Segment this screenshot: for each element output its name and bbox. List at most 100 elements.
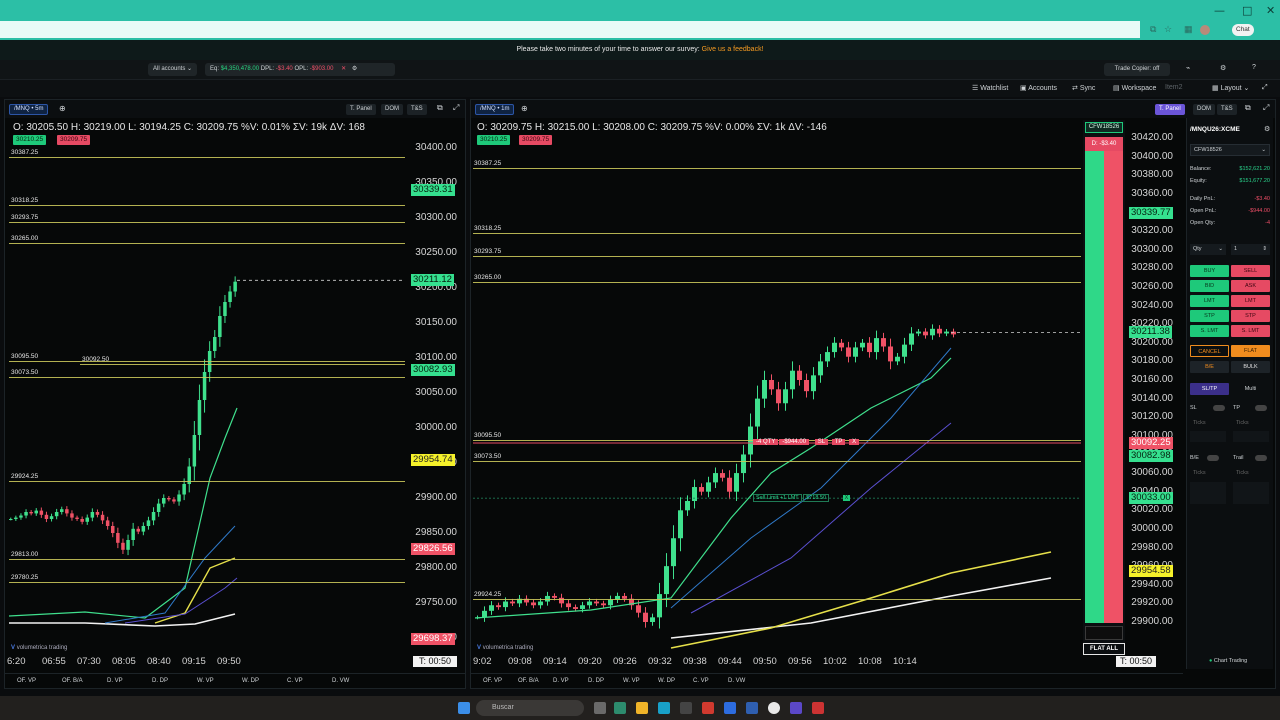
sync-button[interactable]: ⇄ Sync: [1072, 84, 1095, 92]
accounts-dropdown[interactable]: All accounts ⌄: [148, 63, 198, 76]
address-bar[interactable]: [0, 21, 1140, 38]
tp-account-select[interactable]: CFW18526 ⌄: [1190, 144, 1270, 156]
tp-buy-button-4[interactable]: S. LMT: [1190, 325, 1229, 337]
feedback-link[interactable]: Give us a feedback!: [702, 46, 764, 53]
position-tp-button[interactable]: TP: [831, 439, 846, 445]
right-footer-item[interactable]: OF. VP: [483, 678, 502, 684]
tp-multi-tab[interactable]: Multi: [1231, 383, 1270, 395]
tp-tp-ticks-input[interactable]: [1233, 431, 1269, 442]
tp-tp-toggle[interactable]: [1255, 405, 1267, 411]
left-footer-item[interactable]: OF. B/A: [62, 678, 83, 684]
tp-buy-button-1[interactable]: BID: [1190, 280, 1229, 292]
trade-copier-button[interactable]: Trade Copier: off: [1104, 63, 1170, 76]
settings-icon[interactable]: ⚙: [352, 66, 357, 72]
add-icon[interactable]: ⊕: [521, 104, 528, 113]
layout-button[interactable]: ▦ Layout ⌄: [1212, 84, 1249, 92]
watchlist-button[interactable]: ☰ Watchlist: [972, 84, 1008, 92]
expand-icon[interactable]: ⤢: [453, 103, 459, 113]
avatar[interactable]: [1200, 25, 1210, 35]
left-ts-button[interactable]: T&S: [407, 104, 427, 115]
right-symbol-selector[interactable]: /MNQ • 1m: [475, 104, 515, 115]
left-footer-item[interactable]: D. VW: [332, 678, 349, 684]
tp-sell-button-2[interactable]: LMT: [1231, 295, 1270, 307]
tp-sell-button-4[interactable]: S. LMT: [1231, 325, 1270, 337]
tp-cancel-button[interactable]: CANCEL: [1190, 345, 1229, 357]
tp-be-button[interactable]: B/E: [1190, 361, 1229, 373]
taskview-icon[interactable]: [594, 702, 606, 714]
right-ts-button[interactable]: T&S: [1217, 104, 1237, 115]
right-tpanel-button[interactable]: T. Panel: [1155, 104, 1185, 115]
copilot-icon[interactable]: [614, 702, 626, 714]
minimize-icon[interactable]: —: [1214, 4, 1225, 17]
help-app-icon[interactable]: [724, 702, 736, 714]
tp-buy-button-3[interactable]: STP: [1190, 310, 1229, 322]
tp-be-toggle[interactable]: [1207, 455, 1219, 461]
tp-flat-button[interactable]: FLAT: [1231, 345, 1270, 357]
left-footer-item[interactable]: W. VP: [197, 678, 214, 684]
right-footer-item[interactable]: W. DP: [658, 678, 675, 684]
tp-sl-ticks-input[interactable]: [1190, 431, 1226, 442]
workspace-button[interactable]: ▤ Workspace: [1113, 84, 1156, 92]
flat-all-button[interactable]: FLAT ALL: [1083, 643, 1125, 655]
left-dom-button[interactable]: DOM: [381, 104, 403, 115]
order-cancel-button[interactable]: X: [842, 495, 851, 501]
right-footer-item[interactable]: C. VP: [693, 678, 709, 684]
position-close-button[interactable]: X: [849, 439, 860, 445]
menu-icon[interactable]: ▦: [1184, 24, 1193, 35]
right-footer-item[interactable]: D. VP: [553, 678, 569, 684]
position-sl-button[interactable]: SL: [814, 439, 829, 445]
recorder-icon[interactable]: [812, 702, 824, 714]
tp-settings-icon[interactable]: ⚙: [1264, 125, 1270, 133]
tp-sell-button-1[interactable]: ASK: [1231, 280, 1270, 292]
extensions-icon[interactable]: ⧉: [1150, 24, 1156, 35]
tp-be-ticks-input[interactable]: [1190, 482, 1226, 504]
taskbar-search[interactable]: Buscar: [476, 700, 584, 716]
close-icon[interactable]: ✕: [1266, 4, 1275, 17]
edge-icon[interactable]: [658, 702, 670, 714]
chat-button[interactable]: Chat: [1232, 24, 1254, 36]
accounts-button[interactable]: ▣ Accounts: [1020, 84, 1057, 92]
star-icon[interactable]: ☆: [1164, 24, 1172, 35]
tp-sell-button-0[interactable]: SELL: [1231, 265, 1270, 277]
item2-button[interactable]: Item2: [1165, 84, 1183, 91]
tp-buy-button-0[interactable]: BUY: [1190, 265, 1229, 277]
app-icon[interactable]: [702, 702, 714, 714]
tp-bulk-button[interactable]: BULK: [1231, 361, 1270, 373]
left-price-chart[interactable]: [5, 118, 405, 658]
fullscreen-icon[interactable]: ⤢: [1262, 84, 1268, 92]
order-line-label[interactable]: Sell Limit +1 LMT $718.50 X: [753, 493, 851, 503]
popout-icon[interactable]: ⧉: [1245, 103, 1251, 113]
maximize-icon[interactable]: □: [1242, 4, 1252, 17]
left-footer-item[interactable]: OF. VP: [17, 678, 36, 684]
mail-icon[interactable]: [746, 702, 758, 714]
right-footer-item[interactable]: W. VP: [623, 678, 640, 684]
discord-icon[interactable]: [790, 702, 802, 714]
expand-icon[interactable]: ⤢: [1263, 103, 1269, 113]
right-footer-item[interactable]: D. VW: [728, 678, 745, 684]
gear-icon[interactable]: ⚙: [1220, 64, 1226, 72]
left-tpanel-button[interactable]: T. Panel: [346, 104, 376, 115]
tp-sell-button-3[interactable]: STP: [1231, 310, 1270, 322]
left-footer-item[interactable]: W. DP: [242, 678, 259, 684]
tp-qty-select[interactable]: Qty ⌄: [1190, 244, 1226, 255]
position-line-label[interactable]: -4 QTY -$944.00 SL TP X: [753, 437, 860, 448]
tp-sl-toggle[interactable]: [1213, 405, 1225, 411]
help-icon[interactable]: ?: [1252, 64, 1256, 71]
tp-qty-input[interactable]: 1 ⇕: [1231, 244, 1270, 255]
close-positions-icon[interactable]: ✕: [341, 66, 346, 72]
right-price-chart[interactable]: [471, 118, 1083, 658]
bell-icon[interactable]: ⌁: [1186, 64, 1190, 72]
right-dom-button[interactable]: DOM: [1193, 104, 1215, 115]
left-footer-item[interactable]: C. VP: [287, 678, 303, 684]
explorer-icon[interactable]: [636, 702, 648, 714]
tp-sltp-tab[interactable]: SL/TP: [1190, 383, 1229, 395]
tp-trail-ticks-input[interactable]: [1233, 482, 1269, 504]
right-footer-item[interactable]: D. DP: [588, 678, 604, 684]
left-footer-item[interactable]: D. DP: [152, 678, 168, 684]
tp-buy-button-2[interactable]: LMT: [1190, 295, 1229, 307]
store-icon[interactable]: [680, 702, 692, 714]
start-icon[interactable]: [458, 702, 470, 714]
tp-chart-trading[interactable]: ● Chart Trading: [1209, 658, 1247, 664]
tp-trail-toggle[interactable]: [1255, 455, 1267, 461]
popout-icon[interactable]: ⧉: [437, 103, 443, 113]
